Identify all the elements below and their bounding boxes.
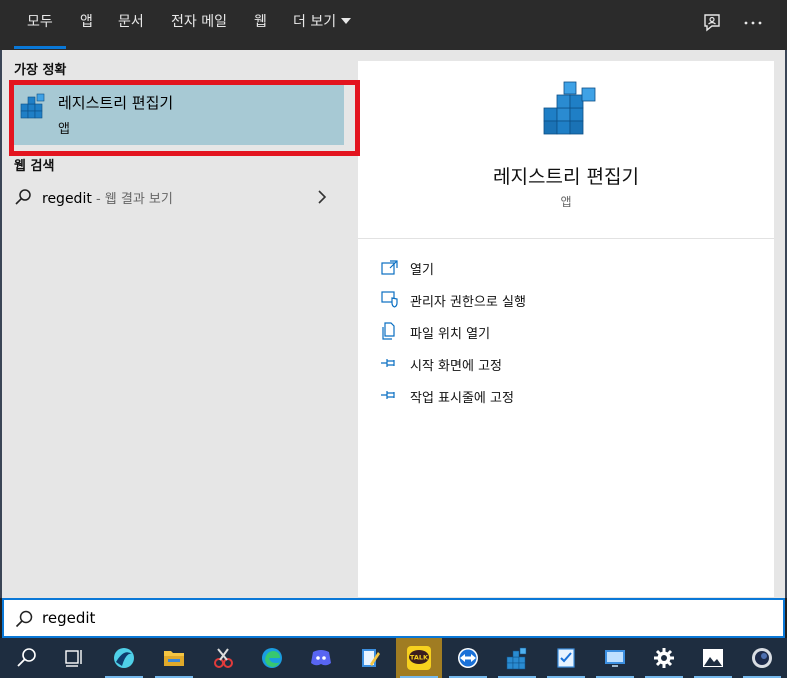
tab-apps[interactable]: 앱 [80,0,93,50]
kakaotalk-icon: TALK [407,646,431,670]
taskbar-browser[interactable] [101,638,147,678]
taskbar-discord[interactable] [298,638,344,678]
checklist-app-icon [557,648,575,668]
action-open-file-location-label: 파일 위치 열기 [410,327,491,342]
search-box[interactable] [2,598,785,638]
taskbar: TALK [0,638,787,678]
search-icon [17,648,36,667]
search-icon [15,610,33,628]
file-location-icon [382,322,395,340]
action-run-as-admin[interactable]: 관리자 권한으로 실행 [380,287,760,313]
settings-icon [654,648,674,668]
tab-more-label: 더 보기 [293,14,337,30]
tab-email[interactable]: 전자 메일 [171,0,227,50]
taskbar-task-view[interactable] [51,638,97,678]
tab-web[interactable]: 웹 [254,0,267,50]
photos-icon [703,649,723,667]
registry-editor-icon [543,81,596,135]
notepad-icon [362,649,380,667]
tab-more[interactable]: 더 보기 [293,0,352,50]
taskbar-settings[interactable] [641,638,687,678]
taskbar-edge[interactable] [249,638,295,678]
teamviewer-icon [458,648,478,668]
taskbar-teamviewer[interactable] [445,638,491,678]
action-pin-to-start[interactable]: 시작 화면에 고정 [380,351,760,377]
kakaotalk-logo-text: TALK [410,654,429,662]
file-explorer-icon [164,651,184,666]
taskbar-checklist-app[interactable] [543,638,589,678]
divider [358,238,774,239]
chevron-down-icon [341,18,352,24]
best-match-heading: 가장 정확 [14,63,67,78]
edge-icon [262,648,282,668]
taskbar-registry-editor[interactable] [494,638,540,678]
snipping-tool-icon [214,648,233,668]
search-filter-bar: 모두 앱 문서 전자 메일 웹 더 보기 [0,0,787,50]
web-search-heading: 웹 검색 [14,159,55,174]
task-view-icon [65,650,82,667]
web-search-hint: - 웹 결과 보기 [91,192,173,207]
action-pin-to-start-label: 시작 화면에 고정 [410,359,502,374]
open-icon [381,260,398,275]
action-run-as-admin-label: 관리자 권한으로 실행 [410,295,526,310]
action-pin-to-taskbar-label: 작업 표시줄에 고정 [410,391,514,406]
search-input[interactable] [42,607,742,629]
remote-desktop-icon [605,650,625,667]
best-match-name: 레지스트리 편집기 [58,94,174,112]
web-search-query-text: regedit [42,191,92,207]
taskbar-remote-desktop[interactable] [592,638,638,678]
taskbar-search-button[interactable] [4,638,50,678]
pin-icon [381,359,395,367]
action-open[interactable]: 열기 [380,255,760,281]
taskbar-kakaotalk[interactable]: TALK [396,638,442,678]
taskbar-file-explorer[interactable] [151,638,197,678]
chevron-right-icon[interactable] [316,189,328,205]
feedback-icon[interactable] [701,12,723,34]
registry-editor-icon [506,647,527,670]
cinema4d-icon [752,648,772,668]
web-search-query: regedit - 웹 결과 보기 [42,188,173,207]
app-type: 앱 [560,195,572,209]
best-match-type: 앱 [58,122,70,137]
shield-icon [381,291,398,308]
browser-icon [114,648,134,668]
action-open-label: 열기 [410,263,434,278]
taskbar-snipping-tool[interactable] [200,638,246,678]
app-title: 레지스트리 편집기 [493,166,639,188]
action-open-file-location[interactable]: 파일 위치 열기 [380,319,760,345]
web-search-result[interactable]: regedit - 웹 결과 보기 [12,181,346,213]
registry-editor-icon [20,93,45,119]
tab-all[interactable]: 모두 [14,0,66,50]
taskbar-cinema4d[interactable] [739,638,785,678]
search-icon [15,189,31,205]
tab-documents[interactable]: 문서 [118,0,144,50]
taskbar-photos[interactable] [690,638,736,678]
discord-icon [311,650,331,666]
taskbar-notepad[interactable] [347,638,393,678]
more-options-icon[interactable] [742,12,764,34]
pin-icon [381,391,395,399]
action-pin-to-taskbar[interactable]: 작업 표시줄에 고정 [380,383,760,409]
